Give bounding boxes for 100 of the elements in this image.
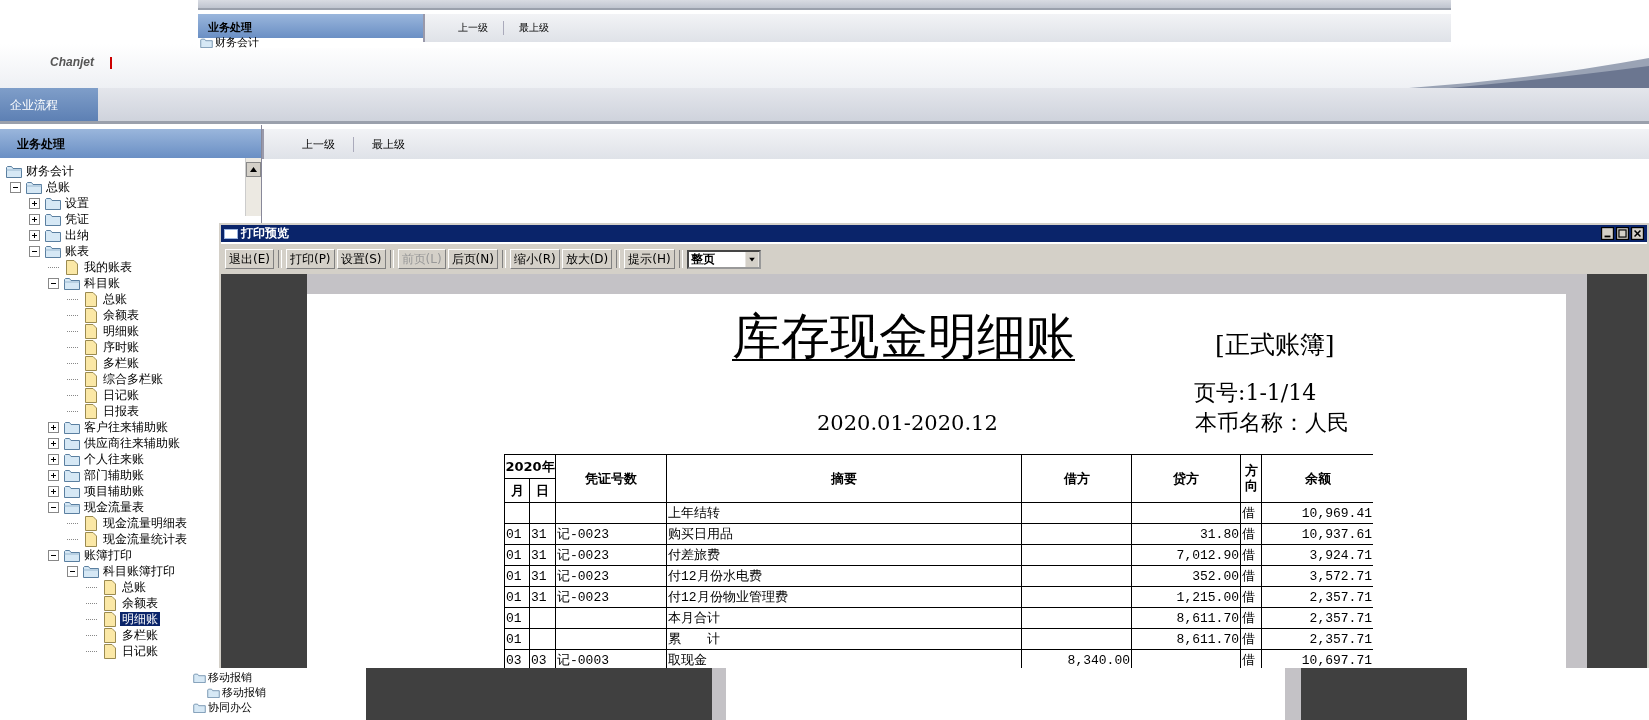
toolbar-button[interactable]: 放大(D) bbox=[561, 249, 613, 269]
table-cell: 10,937.61 bbox=[1301, 526, 1372, 542]
scrollbar[interactable] bbox=[245, 158, 261, 216]
expander-toggle[interactable] bbox=[48, 501, 59, 513]
tree-item[interactable]: 设置 bbox=[63, 196, 91, 210]
tree-item[interactable]: 总账 bbox=[101, 292, 129, 306]
table-cell: 记-0023 bbox=[557, 569, 609, 584]
toolbar-button[interactable]: 提示(H) bbox=[624, 249, 675, 269]
toolbar-button[interactable]: 打印(P) bbox=[285, 249, 335, 269]
tree-item[interactable]: 财务会计 bbox=[215, 37, 259, 49]
table-cell: 借 bbox=[1242, 548, 1255, 563]
minimize-icon[interactable] bbox=[1601, 227, 1614, 240]
expander-toggle[interactable] bbox=[67, 565, 78, 577]
tree-item[interactable]: 出纳 bbox=[63, 228, 91, 242]
expander-toggle[interactable] bbox=[48, 549, 59, 561]
expander-toggle[interactable] bbox=[48, 469, 59, 481]
tree-item[interactable]: 部门辅助账 bbox=[82, 468, 146, 482]
tree-item[interactable]: 多栏账 bbox=[101, 356, 141, 370]
table-cell: 上年结转 bbox=[668, 506, 720, 521]
tree-item[interactable]: 现金流量明细表 bbox=[101, 516, 189, 530]
breadcrumb-link[interactable]: 最上级 bbox=[354, 136, 423, 152]
tree-item[interactable]: 客户往来辅助账 bbox=[82, 420, 170, 434]
tree-item[interactable]: 综合多栏账 bbox=[101, 372, 165, 386]
tree-item[interactable]: 项目辅助账 bbox=[82, 484, 146, 498]
table-cell: 取现金 bbox=[668, 653, 707, 668]
tree-item[interactable]: 明细账 bbox=[101, 324, 141, 338]
table-cell: 01 bbox=[506, 547, 522, 563]
toolbar-button[interactable]: 缩小(R) bbox=[509, 249, 560, 269]
table-cell: 借 bbox=[1242, 527, 1255, 542]
table-cell: 借 bbox=[1242, 632, 1255, 647]
tree-item[interactable]: 多栏账 bbox=[120, 628, 160, 642]
document-icon bbox=[85, 339, 97, 355]
table-cell: 01 bbox=[506, 568, 522, 584]
tree-item[interactable]: 日记账 bbox=[101, 388, 141, 402]
tree-item[interactable]: 余额表 bbox=[101, 308, 141, 322]
logo-divider bbox=[110, 57, 112, 69]
zoom-select[interactable]: 整页 bbox=[686, 249, 761, 269]
tree-item[interactable]: 日报表 bbox=[101, 404, 141, 418]
expander-toggle[interactable] bbox=[29, 213, 40, 225]
column-header: 方向 bbox=[1244, 464, 1258, 493]
tree-item[interactable]: 序时账 bbox=[101, 340, 141, 354]
breadcrumb-link[interactable]: 上一级 bbox=[443, 21, 504, 35]
scroll-up-icon[interactable] bbox=[246, 162, 261, 177]
expander-toggle[interactable] bbox=[29, 229, 40, 241]
expander-toggle[interactable] bbox=[48, 421, 59, 433]
tree-item[interactable]: 科目账 bbox=[82, 276, 122, 290]
expander-toggle[interactable] bbox=[29, 197, 40, 209]
expander-toggle[interactable] bbox=[48, 485, 59, 497]
table-cell: 记-0023 bbox=[557, 548, 609, 563]
tree-item[interactable]: 协同办公 bbox=[208, 700, 252, 715]
window-title: 打印预览 bbox=[241, 225, 290, 242]
document-icon bbox=[85, 355, 97, 371]
tree-item[interactable]: 总账 bbox=[120, 580, 148, 594]
document-icon bbox=[104, 643, 116, 659]
expander-toggle[interactable] bbox=[10, 181, 21, 193]
document-icon bbox=[66, 259, 78, 275]
maximize-icon[interactable] bbox=[1616, 227, 1629, 240]
tree-item[interactable]: 个人往来账 bbox=[82, 452, 146, 466]
tree-item[interactable]: 移动报销 bbox=[208, 670, 252, 685]
tree-item[interactable]: 现金流量统计表 bbox=[101, 532, 189, 546]
table-cell: 付差旅费 bbox=[668, 548, 720, 563]
tree-item[interactable]: 科目账簿打印 bbox=[101, 564, 177, 578]
toolbar-button[interactable]: 后页(N) bbox=[447, 249, 498, 269]
table-cell: 付12月份水电费 bbox=[668, 569, 762, 584]
breadcrumb-link[interactable]: 最上级 bbox=[504, 21, 564, 35]
tree-item[interactable]: 移动报销 bbox=[222, 685, 266, 700]
tree-item[interactable]: 日记账 bbox=[120, 644, 160, 658]
expander-toggle[interactable] bbox=[48, 277, 59, 289]
toolbar-button[interactable]: 设置(S) bbox=[336, 249, 386, 269]
report-status: [正式账簿] bbox=[1215, 329, 1335, 361]
expander-toggle[interactable] bbox=[48, 437, 59, 449]
tree-item[interactable]: 供应商往来辅助账 bbox=[82, 436, 182, 450]
tree-item[interactable]: 账簿打印 bbox=[82, 548, 134, 562]
expander-toggle[interactable] bbox=[29, 245, 40, 257]
tree-item[interactable]: 账表 bbox=[63, 244, 91, 258]
table-cell: 1,215.00 bbox=[1176, 589, 1239, 605]
tree-item[interactable]: 凭证 bbox=[63, 212, 91, 226]
folder-icon bbox=[64, 468, 80, 482]
tree-item[interactable]: 我的账表 bbox=[82, 260, 134, 274]
table-cell: 03 bbox=[531, 652, 547, 668]
folder-icon bbox=[45, 212, 61, 226]
document-icon bbox=[85, 371, 97, 387]
column-header: 月 bbox=[504, 478, 530, 503]
table-cell: 记-0003 bbox=[557, 653, 609, 668]
folder-icon bbox=[193, 672, 206, 683]
tree-item[interactable]: 总账 bbox=[44, 180, 72, 194]
tree-item[interactable]: 余额表 bbox=[120, 596, 160, 610]
document-icon bbox=[104, 579, 116, 595]
table-cell: 购买日用品 bbox=[668, 527, 733, 542]
tree-item[interactable]: 现金流量表 bbox=[82, 500, 146, 514]
folder-icon bbox=[45, 228, 61, 242]
table-cell: 8,611.70 bbox=[1176, 631, 1239, 647]
tree-item[interactable]: 明细账 bbox=[120, 612, 160, 626]
column-header: 凭证号数 bbox=[555, 454, 667, 503]
tree-item[interactable]: 财务会计 bbox=[24, 164, 76, 178]
toolbar-button[interactable]: 退出(E) bbox=[225, 249, 274, 269]
currency-label: 本币名称：人民 bbox=[1194, 409, 1349, 437]
expander-toggle[interactable] bbox=[48, 453, 59, 465]
breadcrumb-link[interactable]: 上一级 bbox=[284, 136, 354, 152]
close-icon[interactable] bbox=[1631, 227, 1644, 240]
